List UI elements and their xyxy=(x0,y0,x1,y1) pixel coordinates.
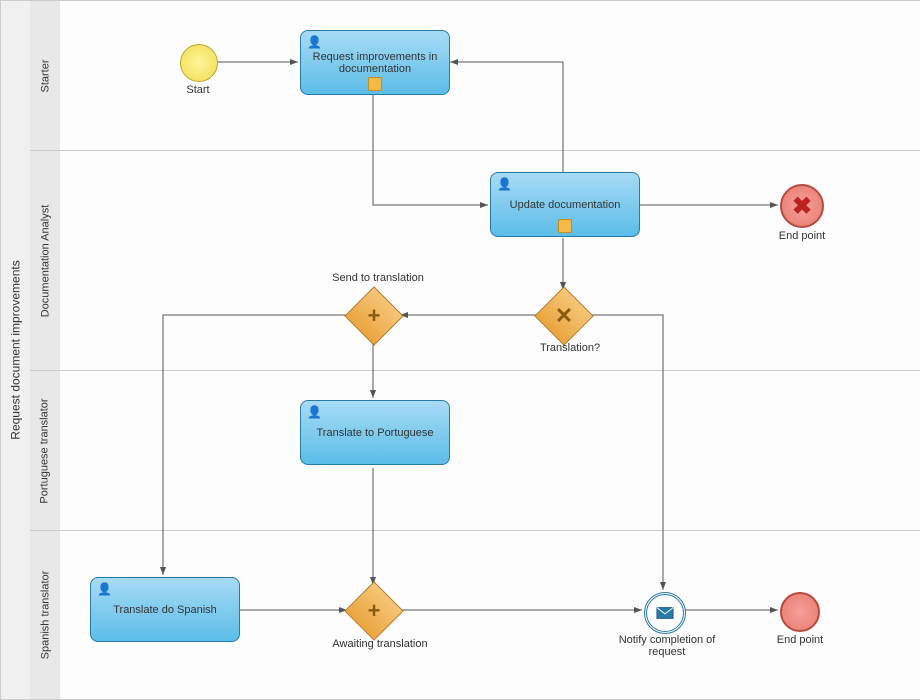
gateway-translation-label: Translation? xyxy=(530,342,610,354)
lane-label: Spanish translator xyxy=(39,571,51,660)
lane-label: Portuguese translator xyxy=(39,398,51,503)
end-event[interactable] xyxy=(780,592,820,632)
user-icon: 👤 xyxy=(497,177,512,191)
end-label: End point xyxy=(770,634,830,646)
start-event[interactable] xyxy=(180,44,218,82)
gateway-x-icon: ✕ xyxy=(555,303,573,329)
terminate-end-event[interactable] xyxy=(780,184,824,228)
lane-starter: Starter xyxy=(30,0,920,152)
lane-analyst-title: Documentation Analyst xyxy=(30,151,61,371)
task-label: Translate to Portuguese xyxy=(317,427,434,439)
gateway-plus-icon: + xyxy=(368,303,381,329)
task-request-improvements[interactable]: 👤 Request improvements in documentation xyxy=(300,30,450,95)
task-label: Request improvements in documentation xyxy=(305,51,445,75)
lane-starter-title: Starter xyxy=(30,1,61,151)
lane-analyst: Documentation Analyst xyxy=(30,150,920,372)
form-icon xyxy=(558,219,572,233)
user-icon: 👤 xyxy=(307,405,322,419)
lane-pt: Portuguese translator xyxy=(30,370,920,532)
task-translate-pt[interactable]: 👤 Translate to Portuguese xyxy=(300,400,450,465)
form-icon xyxy=(368,77,382,91)
gateway-plus-icon: + xyxy=(368,598,381,624)
task-translate-es[interactable]: 👤 Translate do Spanish xyxy=(90,577,240,642)
terminate-label: End point xyxy=(772,230,832,242)
lane-es-title: Spanish translator xyxy=(30,531,61,699)
gateway-send-label: Send to translation xyxy=(323,272,433,284)
user-icon: 👤 xyxy=(97,582,112,596)
notify-label: Notify completion of request xyxy=(612,634,722,658)
lane-pt-title: Portuguese translator xyxy=(30,371,61,531)
start-event-label: Start xyxy=(172,84,224,96)
lane-label: Starter xyxy=(39,59,51,92)
pool-title: Request document improvements xyxy=(0,0,32,700)
task-label: Update documentation xyxy=(510,199,621,211)
pool-title-text: Request document improvements xyxy=(9,260,23,439)
bpmn-diagram: Request document improvements Starter Do… xyxy=(0,0,920,698)
task-update-documentation[interactable]: 👤 Update documentation xyxy=(490,172,640,237)
user-icon: 👤 xyxy=(307,35,322,49)
message-throw-event[interactable] xyxy=(644,592,686,634)
gateway-await-label: Awaiting translation xyxy=(320,638,440,650)
lane-label: Documentation Analyst xyxy=(39,205,51,318)
envelope-icon xyxy=(656,606,674,620)
task-label: Translate do Spanish xyxy=(113,604,217,616)
lane-pt-content xyxy=(60,371,920,531)
